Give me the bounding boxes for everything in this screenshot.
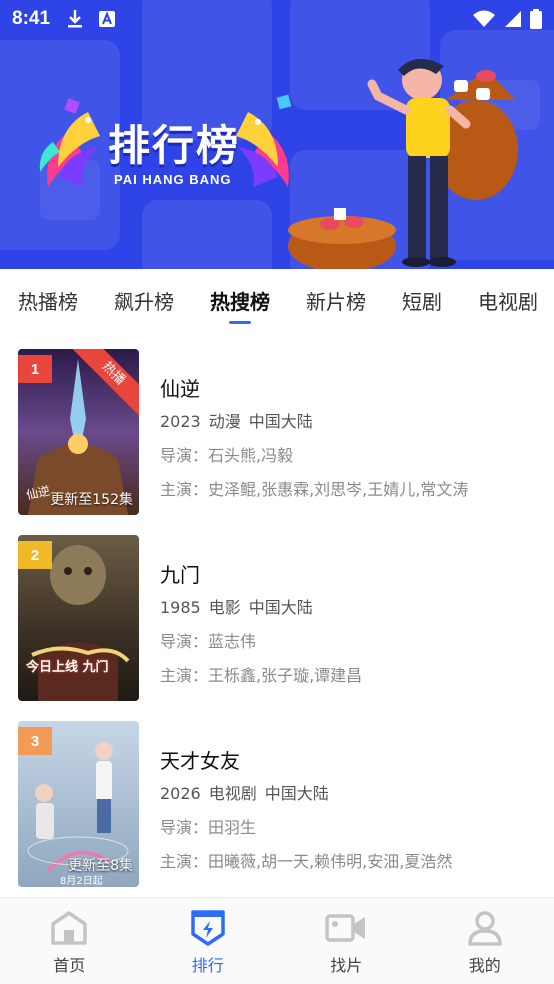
- item-meta: 2026 电视剧 中国大陆: [160, 780, 538, 804]
- list-item[interactable]: 2 九门 1985 电影 中国大陆 导演：蓝志伟 主演：王栎鑫,张子璇,谭建昌: [18, 535, 538, 701]
- item-year: 2026: [160, 784, 201, 803]
- rank-badge: 2: [18, 541, 52, 569]
- nav-home-label: 首页: [53, 956, 86, 975]
- item-region: 中国大陆: [248, 412, 313, 431]
- item-info: 九门 1985 电影 中国大陆 导演：蓝志伟 主演：王栎鑫,张子璇,谭建昌: [160, 559, 538, 696]
- item-meta: 1985 电影 中国大陆: [160, 594, 538, 618]
- nav-find[interactable]: 找片: [277, 898, 416, 984]
- item-cast: 主演：史泽鲲,张惠霖,刘思岑,王婧儿,常文涛: [160, 480, 469, 499]
- nav-rank[interactable]: 排行: [139, 898, 278, 984]
- mascot-illustration: [288, 58, 518, 269]
- item-meta: 2023 动漫 中国大陆: [160, 408, 538, 432]
- wifi-icon: [473, 10, 495, 27]
- item-cast: 主演：王栎鑫,张子璇,谭建昌: [160, 666, 363, 685]
- item-genre: 电影: [208, 598, 241, 617]
- status-bar: 8:41: [0, 0, 554, 38]
- item-title: 仙逆: [160, 377, 200, 401]
- item-genre: 电视剧: [208, 784, 257, 803]
- bg-card: [142, 200, 272, 269]
- nav-home[interactable]: 首页: [0, 898, 139, 984]
- text-app-icon: [99, 11, 116, 27]
- item-cast: 主演：田曦薇,胡一天,赖伟明,安沺,夏浩然: [160, 852, 453, 871]
- release-date-label: 8月2日起: [60, 876, 103, 887]
- nav-find-label: 找片: [330, 956, 363, 975]
- item-genre: 动漫: [208, 412, 241, 431]
- tab-rising[interactable]: 飙升榜: [114, 286, 174, 315]
- video-camera-icon: [325, 914, 366, 942]
- tab-new-release[interactable]: 新片榜: [306, 286, 366, 315]
- banner[interactable]: 8:41 排行榜 PAI HANG BANG: [0, 0, 554, 269]
- item-year: 2023: [160, 412, 201, 431]
- list-item[interactable]: 1 热播 更新至152集 仙逆 2023 动漫 中国大陆 导演：石头熊,冯毅 主演：…: [18, 349, 538, 515]
- update-status: 更新至152集: [50, 492, 133, 508]
- item-info: 天才女友 2026 电视剧 中国大陆 导演：田羽生 主演：田曦薇,胡一天,赖伟明,安…: [160, 745, 538, 882]
- rank-tabs: 热播榜 飙升榜 热搜榜 新片榜 短剧 电视剧: [0, 269, 554, 331]
- home-icon: [51, 911, 87, 945]
- item-year: 1985: [160, 598, 201, 617]
- tab-hot-search[interactable]: 热搜榜: [210, 286, 270, 315]
- list-item[interactable]: 3 更新至8集 8月2日起 天才女友 2026 电视剧 中国大陆 导演：田羽生 主演…: [18, 721, 538, 887]
- nav-rank-label: 排行: [191, 956, 224, 975]
- tab-short-drama[interactable]: 短剧: [402, 286, 442, 315]
- poster-logo-text: 今日上线 九门: [26, 660, 109, 675]
- hot-ribbon-label: 热播: [73, 349, 139, 415]
- item-title: 九门: [160, 563, 200, 587]
- item-region: 中国大陆: [264, 784, 329, 803]
- status-time: 8:41: [12, 8, 51, 29]
- bottom-nav: 首页 排行 找片 我的: [0, 897, 554, 984]
- rank-badge: 1: [18, 355, 52, 383]
- hot-ribbon: 热播: [73, 349, 139, 415]
- nav-mine[interactable]: 我的: [416, 898, 554, 984]
- poster[interactable]: 3 更新至8集 8月2日起: [18, 721, 139, 887]
- rank-icon: [191, 910, 225, 946]
- banner-title: 排行榜: [108, 121, 241, 170]
- tab-tv-series[interactable]: 电视剧: [478, 286, 538, 315]
- ranking-logo: 排行榜 PAI HANG BANG: [38, 92, 298, 202]
- download-icon: [68, 10, 83, 28]
- item-director: 导演：蓝志伟: [160, 632, 257, 651]
- rank-badge: 3: [18, 727, 52, 755]
- item-region: 中国大陆: [248, 598, 313, 617]
- ranking-list: 1 热播 更新至152集 仙逆 2023 动漫 中国大陆 导演：石头熊,冯毅 主演：…: [0, 331, 554, 897]
- item-title: 天才女友: [160, 749, 240, 773]
- item-info: 仙逆 2023 动漫 中国大陆 导演：石头熊,冯毅 主演：史泽鲲,张惠霖,刘思岑,王…: [160, 373, 538, 510]
- poster[interactable]: 2: [18, 535, 139, 701]
- tab-hot-play[interactable]: 热播榜: [18, 286, 78, 315]
- nav-mine-label: 我的: [468, 956, 501, 975]
- signal-icon: [505, 11, 521, 27]
- item-director: 导演：石头熊,冯毅: [160, 446, 294, 465]
- person-icon: [468, 911, 502, 946]
- item-director: 导演：田羽生: [160, 818, 257, 837]
- banner-subtitle: PAI HANG BANG: [114, 172, 232, 187]
- battery-icon: [530, 9, 542, 29]
